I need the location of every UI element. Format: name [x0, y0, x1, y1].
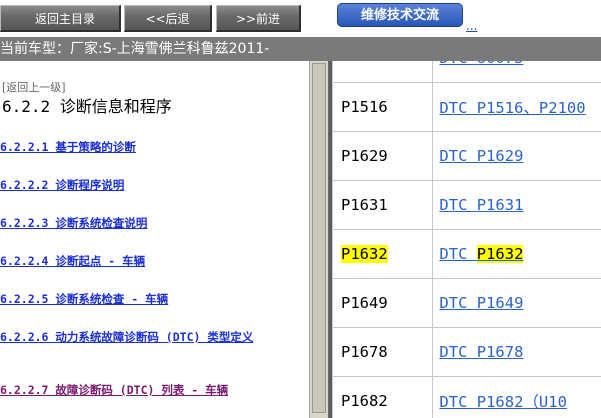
tech-exchange-button[interactable]: 维修技术交流 [337, 3, 463, 27]
dtc-code-cell: P1629 [332, 131, 434, 181]
dtc-code-cell: P1632 [332, 229, 434, 279]
table-row: P1629 DTC P1629 [332, 131, 601, 181]
dtc-link[interactable]: DTC P1649 [439, 294, 523, 312]
current-vehicle-text: 当前车型：厂家:S-上海雪佛兰科鲁兹2011- [0, 41, 270, 57]
dtc-code: P1629 [341, 147, 388, 165]
dtc-link-prefix: DTC [439, 99, 477, 117]
dtc-code: P1632 [341, 245, 388, 263]
toc-item-active[interactable]: 6.2.2.7 故障诊断码 (DTC) 列表 - 车辆 [0, 383, 295, 398]
dtc-code-cell: P1516 [332, 82, 434, 132]
dtc-link-prefix: DTC [439, 245, 477, 263]
dtc-code-cell: P1631 [332, 180, 434, 230]
table-row: P1682 DTC P1682（U10 [332, 376, 601, 418]
dtc-link-code: P1682 [476, 393, 524, 411]
forward-button[interactable]: >>前进 [216, 5, 301, 32]
dtc-link-cell: DTC U0073 [432, 61, 601, 83]
dtc-code-cell: P1678 [332, 327, 434, 377]
toc-item[interactable]: 6.2.2.4 诊断起点 - 车辆 [0, 254, 295, 269]
dtc-link-code: U0073 [477, 61, 524, 67]
dtc-link[interactable]: DTC P1629 [439, 147, 523, 165]
current-vehicle-bar: 当前车型：厂家:S-上海雪佛兰科鲁兹2011- [0, 37, 601, 61]
toc-item[interactable]: 6.2.2.3 诊断系统检查说明 [0, 216, 295, 231]
dtc-link-code: P1678 [476, 343, 524, 361]
dtc-link-code: P1631 [476, 196, 524, 214]
dtc-code-cell: P1649 [332, 278, 434, 328]
dtc-code: P1631 [341, 196, 388, 214]
dtc-link-prefix: DTC [439, 294, 477, 312]
dtc-link-prefix: DTC [439, 61, 476, 67]
left-scrollbar[interactable] [309, 61, 329, 418]
dtc-link[interactable]: DTC P1678 [439, 343, 523, 361]
scroll-thumb[interactable] [312, 63, 326, 413]
top-toolbar: 返回主目录 <<后退 >>前进 维修技术交流 ... [0, 0, 601, 37]
dtc-link-code: P1629 [476, 147, 524, 165]
dtc-link-suffix: 、P2100 [523, 99, 586, 117]
dtc-code: P1682 [341, 392, 388, 410]
table-row: P1632 DTC P1632 [332, 229, 601, 279]
dtc-link-prefix: DTC [439, 343, 477, 361]
dtc-code: P1678 [341, 343, 388, 361]
table-row: P1631 DTC P1631 [332, 180, 601, 230]
dtc-link-cell: DTC P1682（U10 [432, 376, 601, 418]
dtc-link-cell: DTC P1629 [432, 131, 601, 181]
back-to-main-button[interactable]: 返回主目录 [0, 5, 121, 32]
table-row: DTC U0073 [332, 61, 601, 83]
toc-panel: [返回上一级] 6.2.2 诊断信息和程序 6.2.2.1 基于策略的诊断 6.… [0, 61, 309, 418]
dtc-link[interactable]: DTC P1516、P2100 [439, 99, 585, 117]
dtc-link-code: P1516 [476, 99, 524, 117]
tech-area: 维修技术交流 ... [303, 0, 601, 37]
dtc-link[interactable]: DTC U0073 [439, 61, 523, 67]
table-row: P1649 DTC P1649 [332, 278, 601, 328]
back-button[interactable]: <<后退 [124, 5, 212, 32]
dtc-link-suffix: （U10 [523, 393, 567, 411]
dtc-code: P1649 [341, 294, 388, 312]
toc-item[interactable]: 6.2.2.5 诊断系统检查 - 车辆 [0, 292, 295, 307]
tech-exchange-label: 维修技术交流 [360, 8, 439, 23]
dtc-link-cell: DTC P1631 [432, 180, 601, 230]
dtc-code-cell [332, 61, 434, 83]
dtc-code: P1516 [341, 98, 388, 116]
dtc-link-cell: DTC P1632 [432, 229, 601, 279]
section-title: 6.2.2 诊断信息和程序 [2, 97, 172, 116]
dtc-link[interactable]: DTC P1682（U10 [439, 393, 567, 411]
dtc-link-cell: DTC P1649 [432, 278, 601, 328]
dtc-link[interactable]: DTC P1632 [439, 245, 524, 263]
toc-item[interactable]: 6.2.2.2 诊断程序说明 [0, 178, 295, 193]
dtc-link-prefix: DTC [439, 196, 477, 214]
dtc-link-cell: DTC P1678 [432, 327, 601, 377]
dtc-code-cell: P1682 [332, 376, 434, 418]
more-link[interactable]: ... [466, 19, 477, 33]
dtc-link-code: P1632 [476, 245, 524, 263]
dtc-link-cell: DTC P1516、P2100 [432, 82, 601, 132]
dtc-link-code: P1649 [476, 294, 524, 312]
table-row: P1516 DTC P1516、P2100 [332, 82, 601, 132]
dtc-table-panel: DTC U0073P1516DTC P1516、P2100P1629DTC P1… [329, 61, 601, 418]
toc-item[interactable]: 6.2.2.6 动力系统故障诊断码 (DTC) 类型定义 [0, 330, 295, 345]
table-row: P1678 DTC P1678 [332, 327, 601, 377]
dtc-table: DTC U0073P1516DTC P1516、P2100P1629DTC P1… [332, 61, 601, 418]
toc-item[interactable]: 6.2.2.1 基于策略的诊断 [0, 140, 295, 155]
dtc-link-prefix: DTC [439, 393, 477, 411]
dtc-link[interactable]: DTC P1631 [439, 196, 523, 214]
dtc-link-prefix: DTC [439, 147, 477, 165]
